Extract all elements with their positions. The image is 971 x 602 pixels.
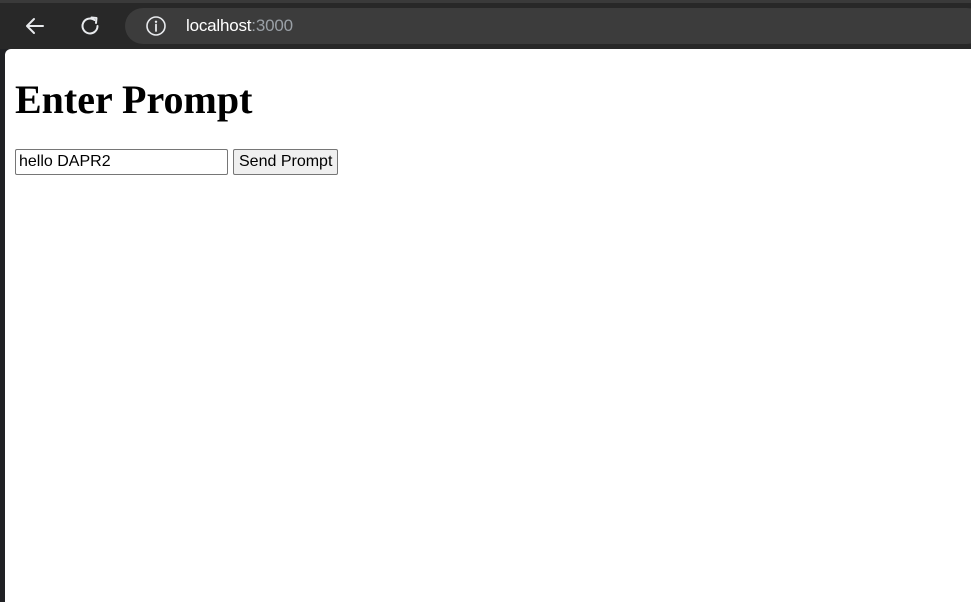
back-button[interactable] <box>18 9 52 43</box>
info-icon[interactable] <box>145 15 167 37</box>
browser-toolbar: localhost:3000 <box>0 0 971 49</box>
reload-icon <box>81 16 99 35</box>
url-port: :3000 <box>251 16 293 35</box>
send-prompt-button[interactable]: Send Prompt <box>233 149 339 175</box>
prompt-input[interactable] <box>15 149 228 175</box>
page-viewport: Enter Prompt Send Prompt <box>5 49 971 602</box>
reload-button[interactable] <box>73 9 107 43</box>
browser-window: localhost:3000 Enter Prompt Send Prompt <box>0 0 971 602</box>
arrow-left-icon <box>26 18 44 34</box>
prompt-form: Send Prompt <box>15 149 339 175</box>
url-host: localhost <box>186 16 252 35</box>
url-text[interactable]: localhost:3000 <box>186 16 293 36</box>
address-bar[interactable]: localhost:3000 <box>125 8 971 44</box>
page-title: Enter Prompt <box>15 77 253 122</box>
